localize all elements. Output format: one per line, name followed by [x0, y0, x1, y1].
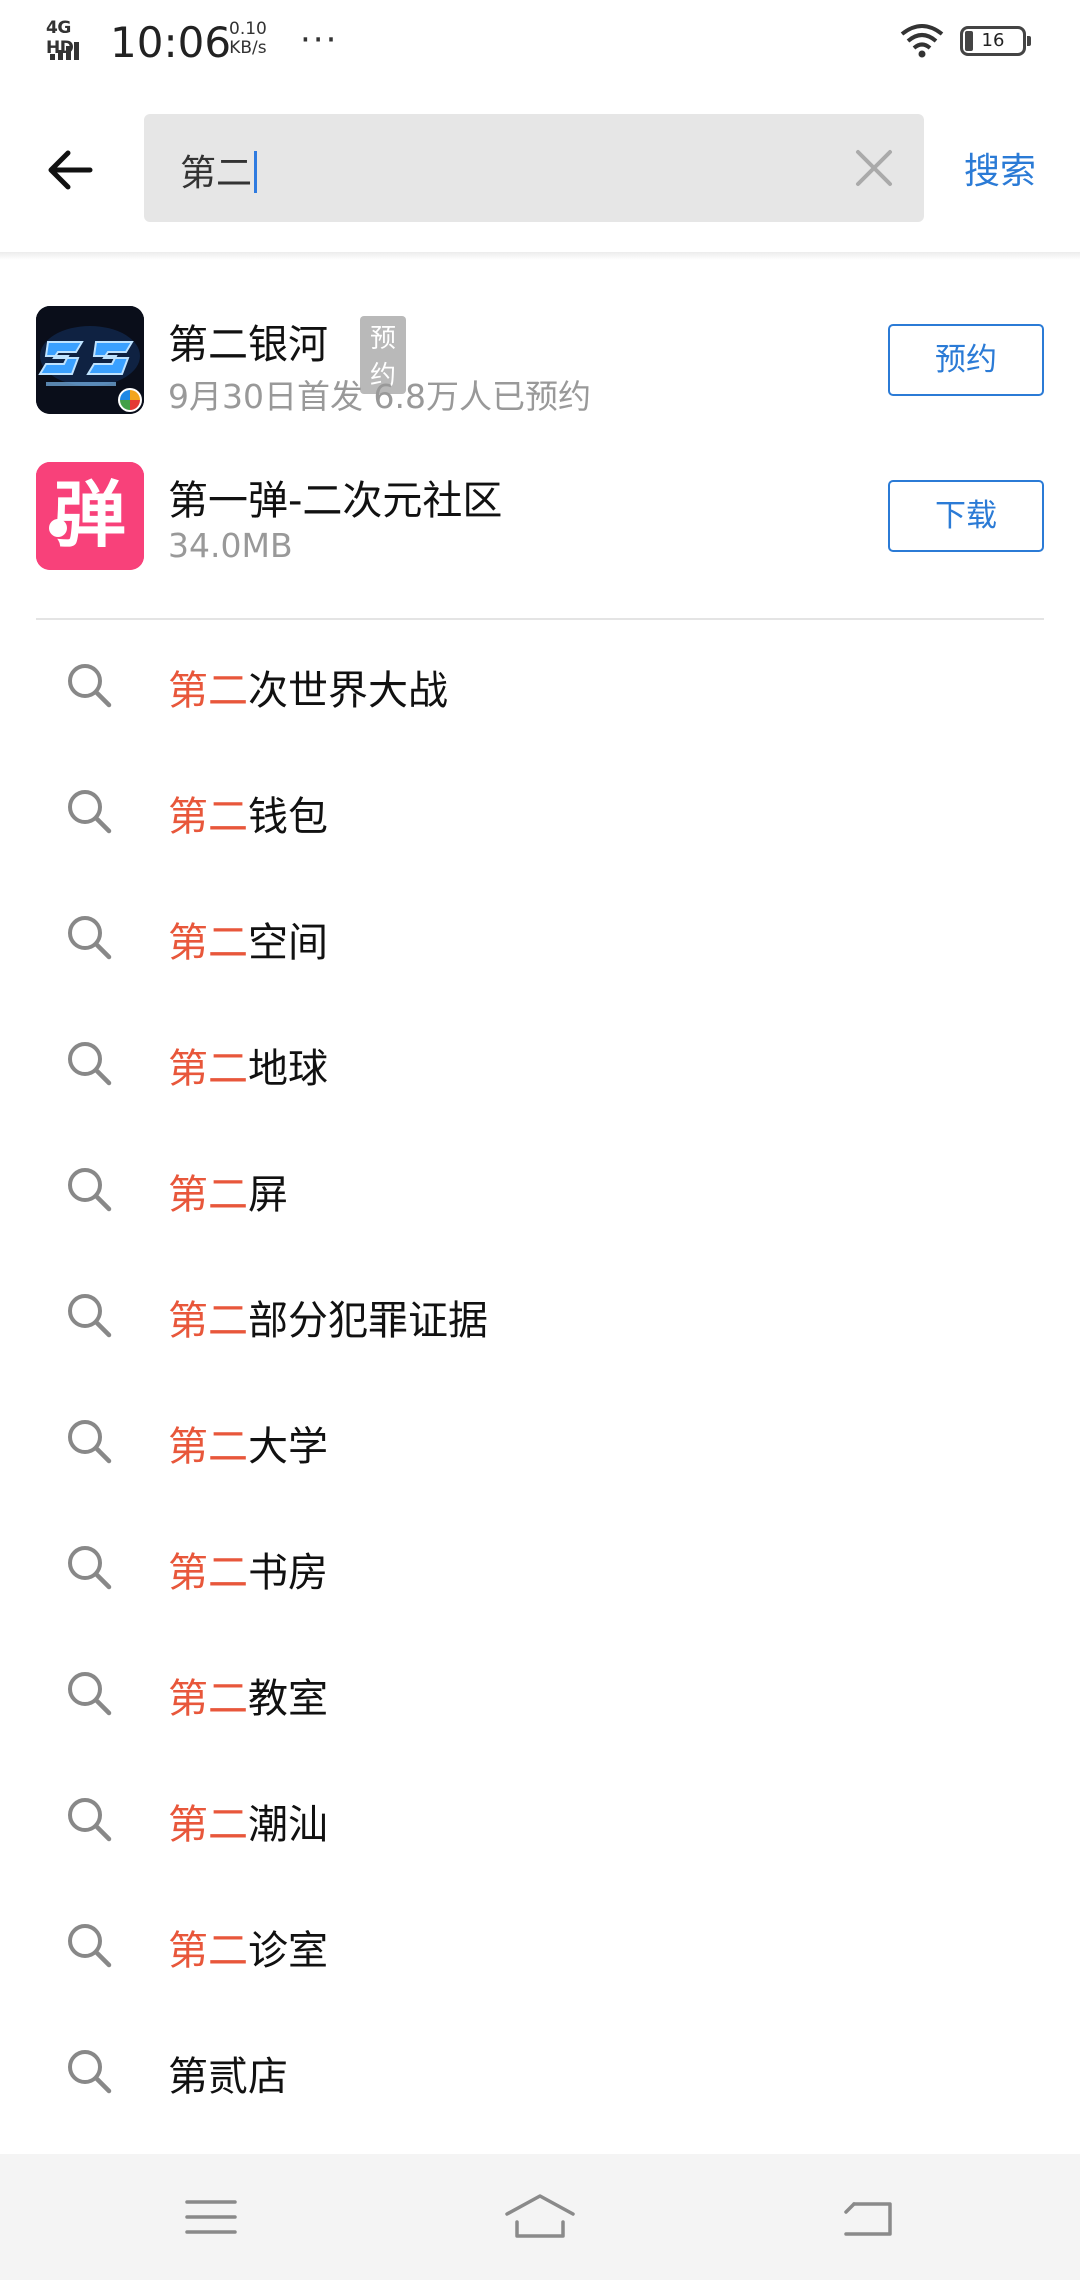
reserve-button[interactable]: 预约: [888, 324, 1044, 396]
search-icon: [68, 790, 112, 834]
search-header: 第二 搜索: [0, 84, 1080, 252]
suggestion-text: 第二屏: [168, 1172, 288, 1218]
search-icon: [68, 1672, 112, 1716]
suggestion-item[interactable]: 第二部分犯罪证据: [0, 1250, 1080, 1376]
more-notifications-icon: ···: [300, 20, 339, 60]
suggestion-text: 第二钱包: [168, 794, 328, 840]
search-icon: [68, 664, 112, 708]
svg-text:弹: 弹: [54, 473, 126, 557]
app-name: 第一弹-二次元社区: [168, 478, 503, 524]
status-time: 10:06: [110, 18, 232, 67]
network-speed: 0.10 KB/s: [229, 20, 267, 58]
clear-icon[interactable]: [854, 148, 894, 188]
suggestion-item[interactable]: 第二钱包: [0, 746, 1080, 872]
search-icon: [68, 1420, 112, 1464]
back-arrow-icon[interactable]: [42, 140, 102, 200]
suggestion-text: 第二部分犯罪证据: [168, 1298, 488, 1344]
app-size: 34.0MB: [168, 526, 293, 565]
suggestion-text: 第二次世界大战: [168, 668, 448, 714]
wifi-icon: [900, 24, 944, 58]
battery-icon: 16: [960, 26, 1031, 56]
cellular-signal-icon: 4G HD: [46, 18, 96, 60]
suggestion-item[interactable]: 第二空间: [0, 872, 1080, 998]
suggestion-item[interactable]: 第二大学: [0, 1376, 1080, 1502]
speed-unit: KB/s: [229, 38, 267, 58]
text-caret: [254, 151, 258, 193]
search-icon: [68, 1294, 112, 1338]
suggestion-item[interactable]: 第二次世界大战: [0, 620, 1080, 746]
suggestion-text: 第二书房: [168, 1550, 328, 1596]
suggestion-item[interactable]: 第二教室: [0, 1628, 1080, 1754]
suggestion-text: 第二诊室: [168, 1928, 328, 1974]
search-icon: [68, 1798, 112, 1842]
app-name: 第二银河 预约: [168, 312, 407, 394]
suggestion-text: 第贰店: [168, 2054, 288, 2100]
header-divider: [0, 252, 1080, 260]
search-icon: [68, 1168, 112, 1212]
suggestion-item[interactable]: 第二地球: [0, 998, 1080, 1124]
search-icon: [68, 1042, 112, 1086]
search-icon: [68, 1924, 112, 1968]
search-icon: [68, 916, 112, 960]
suggestion-item[interactable]: 第二诊室: [0, 1880, 1080, 2006]
suggestion-item[interactable]: 第二屏: [0, 1124, 1080, 1250]
system-navigation-bar: [0, 2154, 1080, 2280]
back-nav-icon[interactable]: [838, 2190, 898, 2244]
suggestion-text: 第二空间: [168, 920, 328, 966]
suggestion-text: 第二潮汕: [168, 1802, 328, 1848]
suggestion-text: 第二教室: [168, 1676, 328, 1722]
suggestion-text: 第二地球: [168, 1046, 328, 1092]
suggestion-item[interactable]: 第贰店: [0, 2006, 1080, 2132]
search-input-value[interactable]: 第二: [180, 144, 258, 196]
menu-icon[interactable]: [181, 2190, 241, 2244]
app-result-second-galaxy[interactable]: 第二银河 预约 9月30日首发 6.8万人已预约 预约: [0, 286, 1080, 436]
suggestion-item[interactable]: 第二书房: [0, 1502, 1080, 1628]
dan-app-icon[interactable]: 弹: [36, 462, 144, 570]
search-button[interactable]: 搜索: [964, 142, 1036, 194]
suggestion-item[interactable]: 第二潮汕: [0, 1754, 1080, 1880]
home-icon[interactable]: [503, 2190, 577, 2244]
status-bar: 4G HD 10:06 0.10 KB/s ··· 16: [0, 0, 1080, 84]
search-icon: [68, 1546, 112, 1590]
battery-level: 16: [981, 30, 1005, 51]
suggestion-list: 第二次世界大战 第二钱包 第二空间 第二地球 第二屏 第二部分犯罪证据 第二大学…: [0, 620, 1080, 2132]
app-result-dan[interactable]: 弹 第一弹-二次元社区 34.0MB 下载: [0, 442, 1080, 592]
download-button[interactable]: 下载: [888, 480, 1044, 552]
speed-value: 0.10: [229, 19, 267, 39]
suggestion-text: 第二大学: [168, 1424, 328, 1470]
app-release-info: 9月30日首发 6.8万人已预约: [168, 377, 591, 416]
search-input[interactable]: 第二: [144, 114, 924, 222]
second-galaxy-app-icon[interactable]: [36, 306, 144, 414]
search-icon: [68, 2050, 112, 2094]
